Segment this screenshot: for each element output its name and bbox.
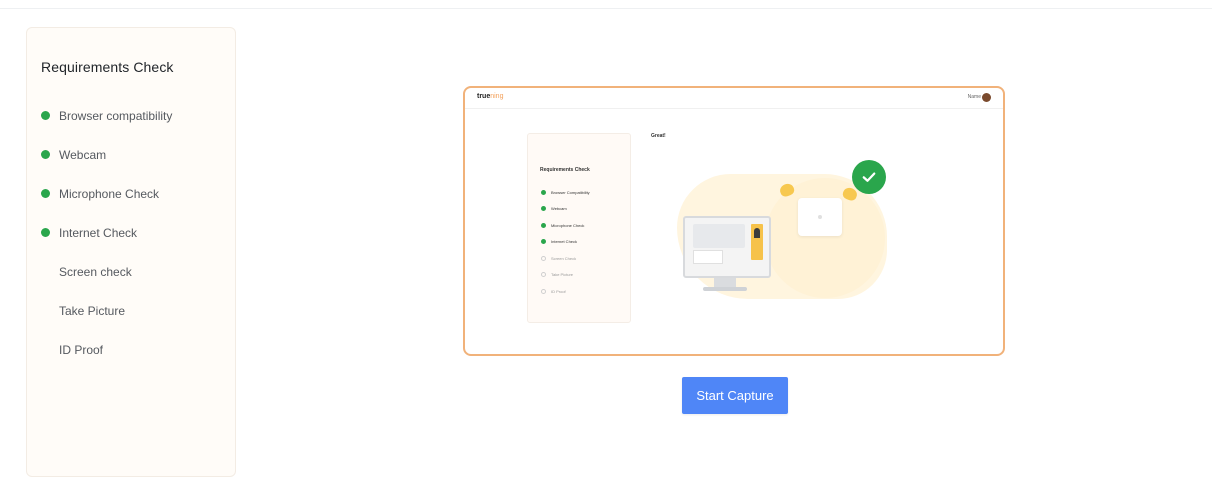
requirement-item-screen: Screen check: [41, 252, 172, 291]
status-complete-icon: [41, 189, 50, 198]
status-complete-icon: [541, 222, 546, 228]
preview-user-name: Name: [967, 94, 981, 100]
status-pending-icon: [41, 267, 50, 276]
requirements-list: Browser compatibility Webcam Microphone …: [41, 96, 172, 369]
list-item: Take Picture: [541, 267, 590, 284]
list-item: Webcam: [541, 201, 590, 218]
status-pending-icon: [541, 255, 546, 261]
preview-heading: Great!: [651, 133, 666, 139]
preview-card-title: Requirements Check: [540, 167, 590, 173]
status-complete-icon: [541, 206, 546, 212]
requirement-item-webcam: Webcam: [41, 135, 172, 174]
requirement-item-microphone: Microphone Check: [41, 174, 172, 213]
preview-requirements-card: Requirements Check Browser Compatibility…: [527, 133, 631, 323]
status-complete-icon: [41, 150, 50, 159]
id-card-icon: [798, 198, 842, 236]
requirement-item-browser: Browser compatibility: [41, 96, 172, 135]
preview-header-bar: truening Name: [465, 88, 1003, 109]
monitor-base: [703, 287, 747, 291]
top-divider: [0, 0, 1212, 9]
list-item: Browser Compatibility: [541, 184, 590, 201]
list-item: Screen Check: [541, 250, 590, 267]
person-icon: [754, 228, 760, 238]
status-complete-icon: [541, 239, 546, 245]
requirement-item-picture: Take Picture: [41, 291, 172, 330]
requirement-label: Webcam: [59, 147, 107, 162]
list-item: Microphone Check: [541, 217, 590, 234]
capture-preview-frame: truening Name Requirements Check Browser…: [463, 86, 1005, 356]
list-item: ID Proof: [541, 283, 590, 300]
checkmark-icon: [862, 172, 876, 182]
preview-requirements-list: Browser Compatibility Webcam Microphone …: [541, 184, 590, 300]
requirement-label: ID Proof: [59, 342, 104, 357]
status-complete-icon: [41, 228, 50, 237]
status-pending-icon: [541, 288, 546, 294]
preview-logo: truening: [477, 93, 504, 100]
status-pending-icon: [541, 272, 546, 278]
status-complete-icon: [41, 111, 50, 120]
monitor-icon: [683, 216, 771, 278]
requirement-label: Screen check: [59, 264, 132, 279]
requirements-title: Requirements Check: [41, 59, 174, 75]
requirement-label: Microphone Check: [59, 186, 160, 201]
requirement-item-id-proof: ID Proof: [41, 330, 172, 369]
status-pending-icon: [41, 306, 50, 315]
requirement-label: Take Picture: [59, 303, 126, 318]
start-capture-button[interactable]: Start Capture: [682, 377, 788, 414]
requirements-panel: Requirements Check Browser compatibility…: [26, 27, 236, 477]
list-item: Internet Check: [541, 234, 590, 251]
requirement-label: Internet Check: [59, 225, 138, 240]
requirement-label: Browser compatibility: [59, 108, 173, 123]
status-pending-icon: [41, 345, 50, 354]
avatar: [982, 93, 991, 102]
check-circle-icon: [852, 160, 886, 194]
requirement-item-internet: Internet Check: [41, 213, 172, 252]
status-complete-icon: [541, 189, 546, 195]
